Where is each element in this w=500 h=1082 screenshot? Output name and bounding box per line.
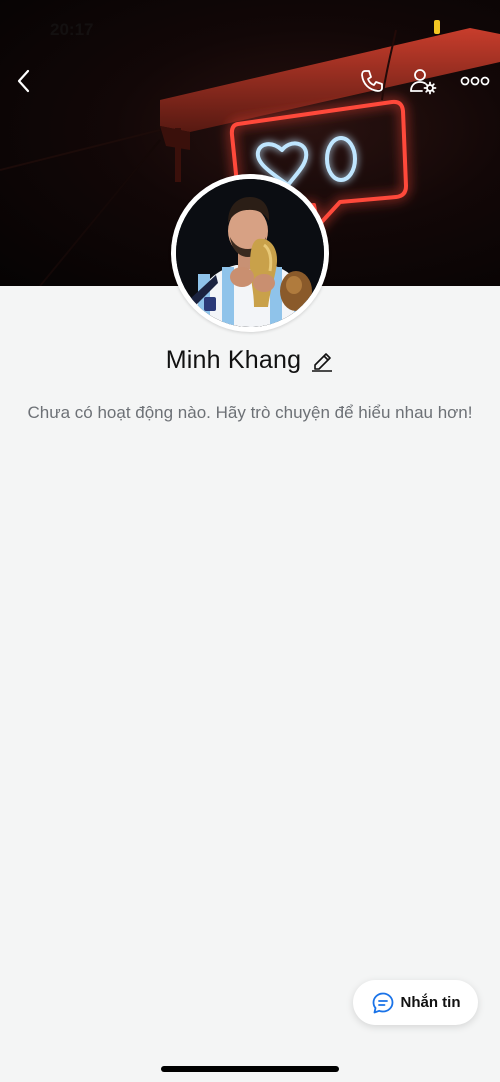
call-button[interactable] bbox=[355, 64, 389, 98]
chevron-left-icon bbox=[17, 69, 30, 93]
more-horizontal-icon bbox=[460, 76, 490, 86]
avatar-photo bbox=[176, 179, 324, 327]
avatar[interactable] bbox=[176, 179, 324, 327]
status-bar: 20:17 bbox=[0, 0, 500, 50]
home-indicator[interactable] bbox=[161, 1066, 339, 1072]
back-button[interactable] bbox=[7, 64, 41, 98]
empty-activity-message: Chưa có hoạt động nào. Hãy trò chuyện để… bbox=[27, 403, 473, 422]
more-options-button[interactable] bbox=[458, 64, 492, 98]
send-message-button[interactable]: Nhắn tin bbox=[353, 980, 478, 1025]
pencil-icon bbox=[312, 353, 333, 372]
chat-bubble-icon bbox=[371, 991, 395, 1015]
avatar-frame[interactable] bbox=[171, 174, 329, 332]
profile-name: Minh Khang bbox=[165, 345, 302, 374]
user-gear-icon bbox=[410, 69, 437, 95]
edit-name-button[interactable] bbox=[310, 348, 334, 372]
status-time: 20:17 bbox=[50, 20, 94, 39]
send-message-label: Nhắn tin bbox=[400, 994, 461, 1011]
profile-name-row: Minh Khang bbox=[0, 340, 500, 380]
phone-icon bbox=[361, 70, 383, 92]
profile-settings-button[interactable] bbox=[406, 64, 440, 98]
battery-icon bbox=[434, 20, 440, 34]
